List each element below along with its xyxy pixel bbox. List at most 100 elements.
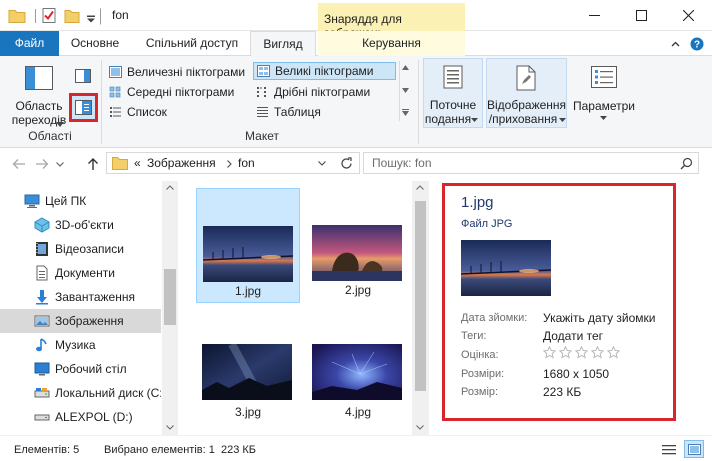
tab-view[interactable]: Вигляд	[250, 31, 316, 57]
svg-text:?: ?	[694, 40, 700, 51]
qat-separator	[35, 9, 36, 23]
scroll-thumb[interactable]	[164, 269, 176, 325]
options-button[interactable]: Параметри	[571, 58, 637, 128]
collapse-ribbon-icon[interactable]	[671, 41, 680, 47]
nav-item-pictures[interactable]: Зображення	[0, 309, 161, 333]
breadcrumb-fon[interactable]: fon	[238, 156, 255, 170]
details-pane-button[interactable]	[69, 93, 98, 122]
maximize-icon	[636, 9, 647, 21]
layout-details[interactable]: Таблиця	[253, 103, 396, 121]
rating-stars[interactable]	[543, 346, 620, 359]
file-tile-4[interactable]: 4.jpg	[306, 304, 410, 419]
new-folder-icon[interactable]	[64, 7, 80, 24]
layout-medium-icons[interactable]: Середні піктограми	[106, 83, 250, 101]
detail-value-tags[interactable]: Додати тег	[543, 329, 603, 343]
star-icon[interactable]	[591, 346, 604, 359]
back-arrow-icon	[12, 159, 25, 169]
panes-group-label: Області	[28, 129, 72, 143]
nav-item-this-pc[interactable]: Цей ПК	[0, 189, 161, 213]
tab-home[interactable]: Основне	[60, 31, 130, 56]
navigation-pane-scrollbar[interactable]	[162, 181, 178, 435]
maximize-button[interactable]	[618, 0, 665, 30]
file-tile-3[interactable]: 3.jpg	[196, 304, 300, 419]
minimize-button[interactable]	[571, 0, 618, 30]
breadcrumb-pictures[interactable]: Зображення	[147, 156, 216, 170]
details-pane: 1.jpg Файл JPG Дата зйомки: Укажіть дату…	[442, 183, 676, 421]
nav-item-music[interactable]: Музика	[0, 333, 161, 357]
layout-item-label: Список	[127, 105, 167, 119]
file-thumbnail	[312, 225, 402, 281]
address-overflow[interactable]: «	[134, 156, 141, 170]
star-icon[interactable]	[607, 346, 620, 359]
nav-item-local-disk-c[interactable]: Локальний диск (C:	[0, 381, 161, 405]
detail-label-dimensions: Розміри:	[461, 368, 505, 380]
preview-pane-icon[interactable]	[75, 69, 91, 83]
back-button[interactable]	[10, 155, 28, 173]
layout-extra-large-icons[interactable]: Величезні піктограми	[106, 63, 250, 81]
layout-small-icons[interactable]: Дрібні піктограми	[253, 83, 396, 101]
detail-value-date-taken[interactable]: Укажіть дату зйомки	[543, 311, 656, 325]
layout-item-label: Дрібні піктограми	[274, 85, 371, 99]
title-separator	[100, 8, 101, 25]
close-button[interactable]	[665, 0, 712, 30]
status-bar: Елементів: 5 Вибрано елементів: 1 223 КБ	[0, 435, 712, 461]
file-thumbnail	[203, 226, 293, 282]
layout-large-icons[interactable]: Великі піктограми	[253, 62, 396, 80]
nav-item-3d-objects[interactable]: 3D-об'єкти	[0, 213, 161, 237]
layout-list[interactable]: Список	[106, 103, 250, 121]
chevron-down-icon	[56, 161, 64, 167]
search-field[interactable]: Пошук: fon	[363, 152, 699, 174]
details-view-button[interactable]	[660, 442, 678, 457]
nav-item-videos[interactable]: Відеозаписи	[0, 237, 161, 261]
options-label: Параметри	[572, 99, 636, 113]
scroll-thumb[interactable]	[415, 201, 426, 391]
layout-item-label: Середні піктограми	[127, 85, 235, 99]
tab-manage[interactable]: Керування	[318, 31, 465, 56]
expand-gallery-icon	[402, 109, 409, 116]
file-name: 1.jpg	[234, 284, 262, 298]
current-view-button[interactable]: Поточне подання	[423, 58, 483, 128]
layout-scroll[interactable]	[399, 61, 410, 121]
pictures-icon	[34, 315, 50, 327]
search-icon[interactable]	[680, 157, 693, 170]
list-icon	[110, 107, 121, 117]
tab-file[interactable]: Файл	[0, 31, 59, 56]
file-list-scrollbar[interactable]	[412, 181, 429, 435]
nav-item-label: Відеозаписи	[55, 242, 124, 256]
large-icons-view-button[interactable]	[684, 440, 704, 458]
large-icons-icon	[687, 443, 701, 455]
details-pane-icon	[75, 100, 92, 115]
nav-item-alexpol-d[interactable]: ALEXPOL (D:)	[0, 405, 161, 429]
nav-item-label: 3D-об'єкти	[55, 218, 114, 232]
properties-icon[interactable]	[42, 7, 56, 24]
tab-share[interactable]: Спільний доступ	[134, 31, 250, 56]
star-icon[interactable]	[559, 346, 572, 359]
file-tile-2[interactable]: 2.jpg	[306, 188, 410, 303]
music-icon	[36, 338, 47, 352]
show-hide-button[interactable]: Відображення /приховання	[486, 58, 567, 128]
details-view-icon	[662, 444, 676, 454]
star-icon[interactable]	[543, 346, 556, 359]
nav-item-downloads[interactable]: Завантаження	[0, 285, 161, 309]
nav-item-documents[interactable]: Документи	[0, 261, 161, 285]
qat-dropdown-icon[interactable]	[86, 11, 96, 28]
status-selected: Вибрано елементів: 1 223 КБ	[104, 444, 257, 456]
recent-locations-button[interactable]	[53, 155, 67, 173]
desktop-icon	[34, 362, 50, 376]
navigation-pane-button[interactable]: Область переходів	[6, 60, 66, 127]
forward-button[interactable]	[33, 155, 51, 173]
address-field[interactable]: « Зображення fon	[106, 152, 360, 174]
help-icon[interactable]: ?	[690, 37, 704, 51]
refresh-icon[interactable]	[340, 157, 353, 170]
navigation-pane: Цей ПК 3D-об'єкти Відеозаписи Документи …	[0, 181, 178, 435]
context-tab-header: Знаряддя для зображень	[318, 3, 465, 40]
search-placeholder: Пошук: fon	[372, 156, 432, 170]
detail-label-tags: Теги:	[461, 330, 487, 342]
show-hide-label-1: Відображення	[487, 98, 567, 112]
current-view-label-2: подання	[424, 112, 472, 126]
star-icon[interactable]	[575, 346, 588, 359]
nav-item-desktop[interactable]: Робочий стіл	[0, 357, 161, 381]
address-dropdown-icon[interactable]	[318, 161, 326, 166]
file-tile-1[interactable]: 1.jpg	[196, 188, 300, 303]
up-button[interactable]	[84, 155, 102, 173]
